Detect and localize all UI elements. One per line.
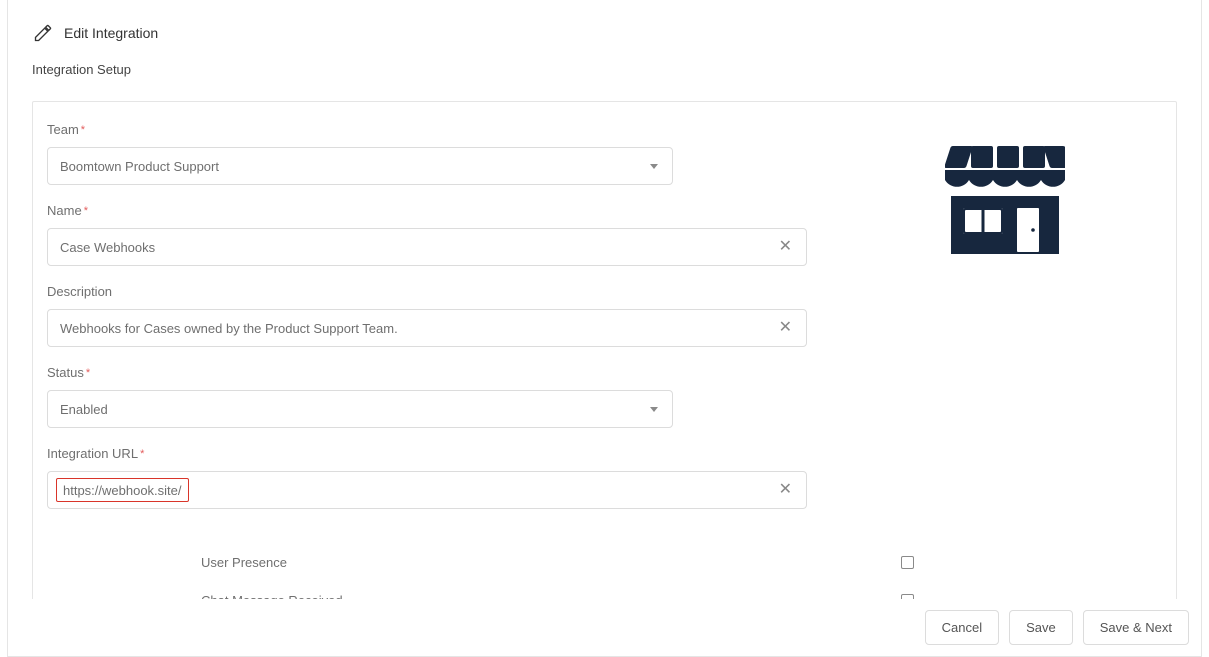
description-value: Webhooks for Cases owned by the Product … bbox=[60, 321, 398, 336]
checkbox-label: User Presence bbox=[33, 555, 901, 570]
page-header: Edit Integration bbox=[8, 0, 1201, 44]
description-label: Description bbox=[47, 284, 793, 299]
close-icon[interactable]: ✕ bbox=[777, 239, 794, 255]
pencil-icon bbox=[32, 22, 54, 44]
store-icon bbox=[945, 146, 1065, 258]
section-title: Integration Setup bbox=[8, 44, 1201, 77]
footer-actions: Cancel Save Save & Next bbox=[8, 599, 1201, 656]
required-marker: * bbox=[86, 367, 90, 379]
page-title: Edit Integration bbox=[64, 25, 158, 41]
team-label: Team* bbox=[47, 122, 793, 137]
page-container: Edit Integration Integration Setup Team*… bbox=[7, 0, 1202, 657]
save-button[interactable]: Save bbox=[1009, 610, 1073, 645]
team-select[interactable]: Boomtown Product Support bbox=[47, 147, 673, 185]
integration-url-label: Integration URL* bbox=[47, 446, 793, 461]
chevron-down-icon bbox=[650, 407, 658, 412]
checkbox-user-presence[interactable] bbox=[901, 556, 914, 569]
name-value: Case Webhooks bbox=[60, 240, 155, 255]
integration-url-highlight: https://webhook.site/ bbox=[56, 478, 189, 502]
close-icon[interactable]: ✕ bbox=[777, 482, 794, 498]
integration-url-label-text: Integration URL bbox=[47, 446, 138, 461]
chevron-down-icon bbox=[650, 164, 658, 169]
status-label-text: Status bbox=[47, 365, 84, 380]
integration-illustration bbox=[793, 122, 1176, 527]
required-marker: * bbox=[81, 124, 85, 136]
integration-url-input[interactable]: https://webhook.site/ ✕ bbox=[47, 471, 807, 509]
description-input[interactable]: Webhooks for Cases owned by the Product … bbox=[47, 309, 807, 347]
cancel-button[interactable]: Cancel bbox=[925, 610, 999, 645]
event-checkbox-list: User Presence Chat Message Received Issu… bbox=[33, 543, 1176, 601]
status-select[interactable]: Enabled bbox=[47, 390, 673, 428]
required-marker: * bbox=[84, 205, 88, 217]
checkbox-row: User Presence bbox=[33, 543, 1176, 581]
team-value: Boomtown Product Support bbox=[60, 159, 219, 174]
status-value: Enabled bbox=[60, 402, 108, 417]
close-icon[interactable]: ✕ bbox=[777, 320, 794, 336]
name-input[interactable]: Case Webhooks ✕ bbox=[47, 228, 807, 266]
checkbox-row: Chat Message Received bbox=[33, 581, 1176, 601]
form-panel: Team* Boomtown Product Support Name* Cas… bbox=[32, 101, 1177, 601]
save-next-button[interactable]: Save & Next bbox=[1083, 610, 1189, 645]
status-label: Status* bbox=[47, 365, 793, 380]
team-label-text: Team bbox=[47, 122, 79, 137]
name-label: Name* bbox=[47, 203, 793, 218]
name-label-text: Name bbox=[47, 203, 82, 218]
required-marker: * bbox=[140, 448, 144, 460]
